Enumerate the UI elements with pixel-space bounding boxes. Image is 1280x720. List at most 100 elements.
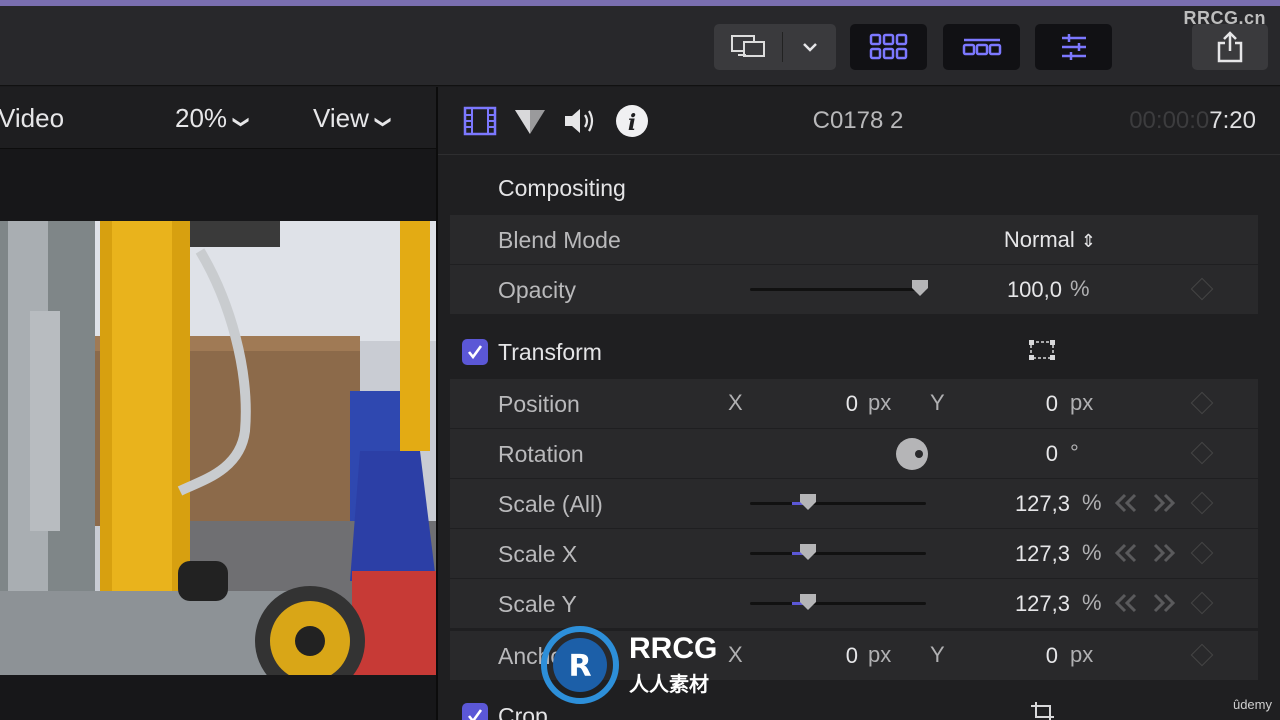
- compositing-section-title[interactable]: Compositing: [498, 175, 626, 202]
- scale-y-unit: %: [1082, 590, 1102, 615]
- video-inspector-tab[interactable]: [462, 103, 498, 139]
- video-tab-icon: [463, 106, 497, 136]
- next-keyframe-icon[interactable]: [1150, 592, 1176, 614]
- scale-y-slider-knob[interactable]: [798, 592, 818, 612]
- share-button[interactable]: [1192, 24, 1268, 70]
- opacity-value[interactable]: 100,0: [970, 277, 1062, 303]
- timecode-value: 7:20: [1209, 107, 1256, 134]
- audio-tab-icon: [565, 109, 594, 133]
- clip-name: C0178 2: [812, 107, 904, 134]
- next-keyframe-icon[interactable]: [1150, 542, 1176, 564]
- anchor-x-value[interactable]: 0: [780, 643, 858, 669]
- video-frame[interactable]: [0, 221, 436, 675]
- view-label: View: [313, 103, 369, 133]
- toolbar: [0, 6, 1280, 86]
- scale-x-unit: %: [1082, 540, 1102, 565]
- view-dropdown[interactable]: View ❯: [313, 103, 392, 134]
- zoom-dropdown[interactable]: 20% ❯: [175, 103, 250, 134]
- timeline-icon: [962, 38, 1001, 56]
- chevron-down-icon: [802, 43, 817, 52]
- display-layout-icon: [731, 35, 765, 57]
- timeline-button[interactable]: [943, 24, 1020, 70]
- svg-text:i: i: [628, 110, 636, 136]
- scale-x-slider[interactable]: [750, 552, 926, 555]
- info-tab-icon: i: [616, 105, 648, 137]
- opacity-slider[interactable]: [750, 288, 926, 291]
- anchor-y-value[interactable]: 0: [980, 643, 1058, 669]
- info-inspector-tab[interactable]: i: [614, 103, 650, 139]
- libraries-browser-button[interactable]: [850, 24, 927, 70]
- opacity-label: Opacity: [498, 277, 576, 303]
- rotation-row: Rotation 0 °: [450, 429, 1258, 478]
- timecode-dim: 00:00:0: [1129, 107, 1210, 134]
- keyframe-diamond-icon[interactable]: [1190, 391, 1214, 415]
- keyframe-diamond-icon[interactable]: [1190, 441, 1214, 465]
- scale-x-slider-knob[interactable]: [798, 542, 818, 562]
- next-keyframe-icon[interactable]: [1150, 492, 1176, 514]
- opacity-unit: %: [1070, 276, 1090, 301]
- scale-x-row: Scale X 127,3 %: [450, 529, 1258, 578]
- previous-keyframe-icon[interactable]: [1114, 492, 1140, 514]
- inspector-icon: [1061, 34, 1086, 60]
- scale-x-label: Scale X: [498, 541, 578, 567]
- timecode: 00:00:07:20: [1129, 107, 1256, 135]
- transform-enable-checkbox[interactable]: [462, 339, 488, 365]
- anchor-y-axis: Y: [930, 642, 945, 667]
- rotation-unit: °: [1070, 440, 1079, 465]
- scale-all-slider[interactable]: [750, 502, 926, 505]
- updown-chevron-icon: ⇕: [1080, 231, 1096, 251]
- keyframe-diamond-icon[interactable]: [1190, 541, 1214, 565]
- scale-y-value[interactable]: 127,3: [970, 591, 1070, 617]
- keyframe-diamond-icon[interactable]: [1190, 591, 1214, 615]
- position-x-value[interactable]: 0: [780, 391, 858, 417]
- transform-section-title[interactable]: Transform: [498, 339, 602, 366]
- blend-mode-row: Blend Mode Normal ⇕: [450, 215, 1258, 264]
- checkmark-icon: [467, 709, 483, 720]
- scale-all-label: Scale (All): [498, 491, 603, 517]
- rotation-dial[interactable]: [895, 437, 929, 471]
- keyframe-diamond-icon[interactable]: [1190, 277, 1214, 301]
- display-options-dropdown[interactable]: [783, 24, 836, 70]
- scale-x-value[interactable]: 127,3: [970, 541, 1070, 567]
- share-icon: [1217, 31, 1243, 63]
- keyframe-diamond-icon[interactable]: [1190, 491, 1214, 515]
- scale-all-unit: %: [1082, 490, 1102, 515]
- rrcg-watermark-text: RRCG: [629, 632, 718, 665]
- position-label: Position: [498, 391, 580, 417]
- display-layout-button[interactable]: [714, 24, 782, 70]
- zoom-value: 20%: [175, 103, 228, 133]
- opacity-slider-knob[interactable]: [910, 278, 930, 298]
- checkmark-icon: [467, 345, 483, 360]
- rrcg-watermark-sub: 人人素材: [629, 674, 709, 696]
- rrcg-watermark-logo: R RRCG 人人素材: [541, 626, 741, 706]
- crop-onscreen-controls-icon[interactable]: [1030, 701, 1056, 720]
- color-inspector-tab[interactable]: [512, 103, 548, 139]
- previous-keyframe-icon[interactable]: [1114, 592, 1140, 614]
- display-options-group: [714, 24, 836, 70]
- position-y-unit: px: [1070, 390, 1094, 415]
- viewer-header: Video 20% ❯ View ❯: [0, 87, 437, 149]
- keyframe-diamond-icon[interactable]: [1190, 643, 1214, 667]
- scale-y-label: Scale Y: [498, 591, 577, 617]
- libraries-browser-icon: [869, 33, 907, 60]
- crop-enable-checkbox[interactable]: [462, 703, 488, 720]
- rrcg-logo-icon: R: [541, 626, 619, 704]
- chevron-down-icon: ❯: [232, 115, 250, 129]
- blend-mode-label: Blend Mode: [498, 227, 621, 253]
- rotation-value[interactable]: 0: [980, 441, 1058, 467]
- chevron-down-icon: ❯: [374, 115, 392, 129]
- viewer-pane: Video 20% ❯ View ❯: [0, 87, 437, 720]
- opacity-row: Opacity 100,0 %: [450, 265, 1258, 314]
- position-y-value[interactable]: 0: [980, 391, 1058, 417]
- audio-inspector-tab[interactable]: [562, 103, 598, 139]
- anchor-x-unit: px: [868, 642, 892, 667]
- inspector-button[interactable]: [1035, 24, 1112, 70]
- scale-y-slider[interactable]: [750, 602, 926, 605]
- scale-all-slider-knob[interactable]: [798, 492, 818, 512]
- blend-mode-popup[interactable]: Normal ⇕: [950, 227, 1096, 253]
- transform-onscreen-controls-icon[interactable]: [1028, 338, 1056, 362]
- previous-keyframe-icon[interactable]: [1114, 542, 1140, 564]
- watermark-top: RRCG.cn: [1183, 8, 1266, 28]
- scale-all-value[interactable]: 127,3: [970, 491, 1070, 517]
- scale-all-row: Scale (All) 127,3 %: [450, 479, 1258, 528]
